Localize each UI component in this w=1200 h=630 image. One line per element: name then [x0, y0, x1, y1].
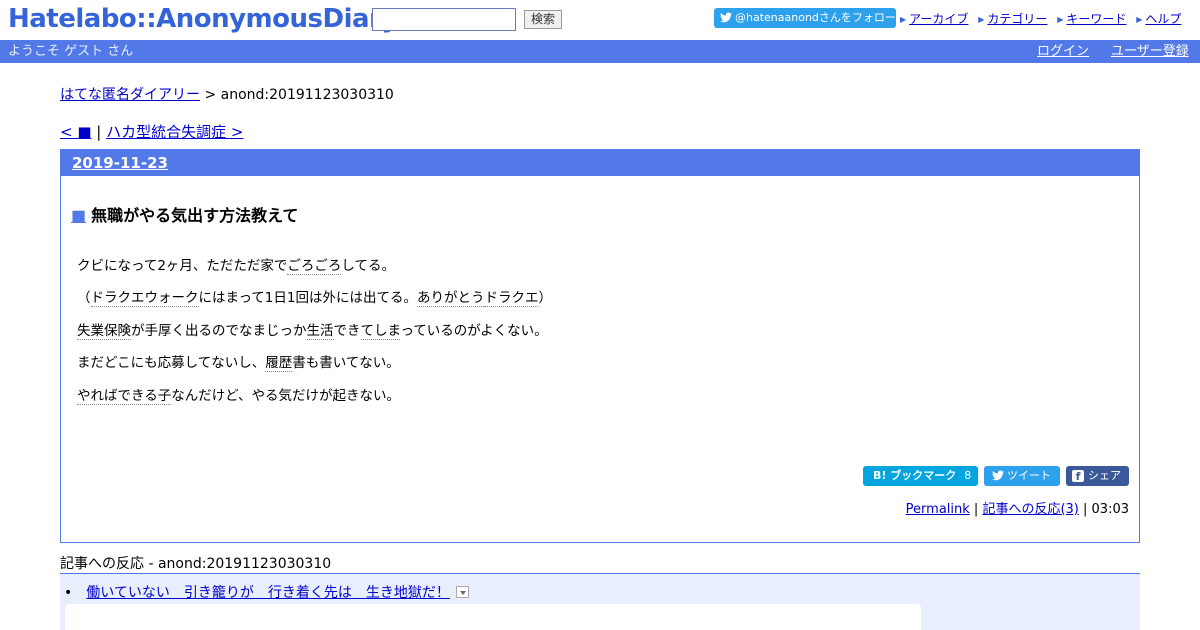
keyword-link[interactable]: ごろごろ [287, 258, 342, 275]
bookmark-count: 8 [964, 469, 972, 482]
reactions-heading: 記事への反応 - anond:20191123030310 [60, 556, 332, 572]
permalink-link[interactable]: Permalink [906, 502, 970, 517]
keyword-link[interactable]: てしま [360, 323, 401, 340]
entry-time: 03:03 [1091, 502, 1129, 517]
header: Hatelabo::AnonymousDiary 検索 @hatenaanond… [0, 0, 1200, 40]
reaction-link[interactable]: 働いていない 引き籠りが 行き着く先は 生き地獄だ！ [86, 585, 450, 601]
keyword-link[interactable]: 失業保険 [77, 323, 131, 340]
day-section: 2019-11-23 ■ 無職がやる気出す方法教えて クビになって2ヶ月、ただただ… [60, 149, 1140, 543]
hatena-bookmark-button[interactable]: B! ブックマーク 8 [863, 466, 978, 486]
footer-separator: | [1078, 502, 1092, 517]
next-entry-link[interactable]: ハカ型統合失調症 > [106, 123, 243, 141]
top-links: ▶ アーカイブ ▶ カテゴリー ▶ キーワード ▶ ヘルプ [900, 10, 1187, 27]
breadcrumb-home-link[interactable]: はてな匿名ダイアリー [60, 87, 200, 103]
entry-footer: Permalink | 記事への反応(3) | 03:03 [906, 498, 1129, 517]
keyword-link[interactable]: ありがとう [416, 290, 485, 307]
entry-paragraph: クビになって2ヶ月、ただただ家でごろごろしてる。 [77, 258, 396, 275]
reactions-link[interactable]: 記事への反応(3) [982, 502, 1078, 517]
user-bar: ようこそ ゲスト さん ログイン ユーザー登録 [0, 40, 1200, 63]
keyword-link[interactable]: ドラクエ [484, 290, 539, 307]
search-button[interactable]: 検索 [524, 10, 562, 29]
nav-separator: | [91, 123, 107, 141]
entry-paragraph: （ドラクエウォークにはまって1日1回は外には出てる。ありがとうドラクエ） [77, 290, 552, 307]
signup-link[interactable]: ユーザー登録 [1111, 40, 1189, 63]
twitter-bird-icon [992, 470, 1004, 481]
reaction-item: • 働いていない 引き籠りが 行き着く先は 生き地獄だ！ [64, 582, 469, 602]
twitter-bird-icon [720, 12, 732, 23]
follow-label: @hatenaanondさんをフォロー [735, 11, 896, 24]
keyword-link[interactable]: ドラクエウォーク [90, 290, 199, 307]
nav-archive-link[interactable]: アーカイブ [909, 12, 968, 26]
entry-title: ■ 無職がやる気出す方法教えて [71, 202, 298, 226]
reactions-list: • 働いていない 引き籠りが 行き着く先は 生き地獄だ！ [60, 573, 1140, 630]
entry-paragraph: やればできる子なんだけど、やる気だけが起きない。 [77, 388, 401, 405]
arrow-icon: ▶ [1136, 15, 1143, 24]
day-header: 2019-11-23 [61, 150, 1139, 176]
keyword-link[interactable]: やればできる子 [77, 388, 172, 405]
nav-category[interactable]: ▶ カテゴリー [978, 12, 1047, 26]
arrow-icon: ▶ [1057, 15, 1064, 24]
facebook-icon: f [1072, 470, 1084, 483]
breadcrumb-separator: > [200, 87, 221, 103]
arrow-icon: ▶ [900, 15, 907, 24]
login-link[interactable]: ログイン [1037, 40, 1089, 63]
facebook-share-button[interactable]: f シェア [1066, 466, 1129, 486]
site-logo[interactable]: Hatelabo::AnonymousDiary [8, 4, 398, 34]
tweet-button[interactable]: ツイート [984, 466, 1060, 486]
nav-keyword-link[interactable]: キーワード [1066, 12, 1126, 26]
breadcrumb-current: anond:20191123030310 [220, 87, 394, 103]
date-link[interactable]: 2019-11-23 [72, 154, 168, 172]
nav-category-link[interactable]: カテゴリー [987, 12, 1047, 26]
facebook-share-label: シェア [1088, 469, 1121, 482]
bullet: • [64, 585, 73, 601]
entry-paragraph: 失業保険が手厚く出るのでなまじっか生活できてしまっているのがよくない。 [77, 323, 548, 340]
prev-entry-link[interactable]: < ■ [60, 123, 92, 141]
twitter-follow-button[interactable]: @hatenaanondさんをフォロー [714, 8, 896, 28]
entry-permalink-marker[interactable]: ■ [71, 206, 86, 225]
search-input[interactable] [372, 8, 516, 31]
entry-title-text: 無職がやる気出す方法教えて [91, 206, 299, 225]
entry-paragraph: まだどこにも応募してないし、履歴書も書いてない。 [77, 355, 400, 372]
keyword-link[interactable]: 生活 [306, 323, 334, 340]
nav-help-link[interactable]: ヘルプ [1145, 12, 1181, 26]
tweet-label: ツイート [1007, 469, 1051, 482]
nav-archive[interactable]: ▶ アーカイブ [900, 12, 968, 26]
hatena-bookmark-label: B! ブックマーク [873, 469, 957, 482]
welcome-text: ようこそ ゲスト さん [8, 44, 134, 59]
nav-keyword[interactable]: ▶ キーワード [1057, 12, 1126, 26]
reaction-preview-panel [65, 604, 921, 630]
entry-navigation: < ■ | ハカ型統合失調症 > [60, 121, 243, 142]
nav-help[interactable]: ▶ ヘルプ [1136, 12, 1181, 26]
footer-separator: | [969, 502, 983, 517]
keyword-link[interactable]: 履歴 [265, 355, 293, 372]
arrow-icon: ▶ [978, 15, 985, 24]
expand-toggle-icon[interactable] [455, 586, 469, 598]
breadcrumb: はてな匿名ダイアリー > anond:20191123030310 [60, 84, 394, 104]
